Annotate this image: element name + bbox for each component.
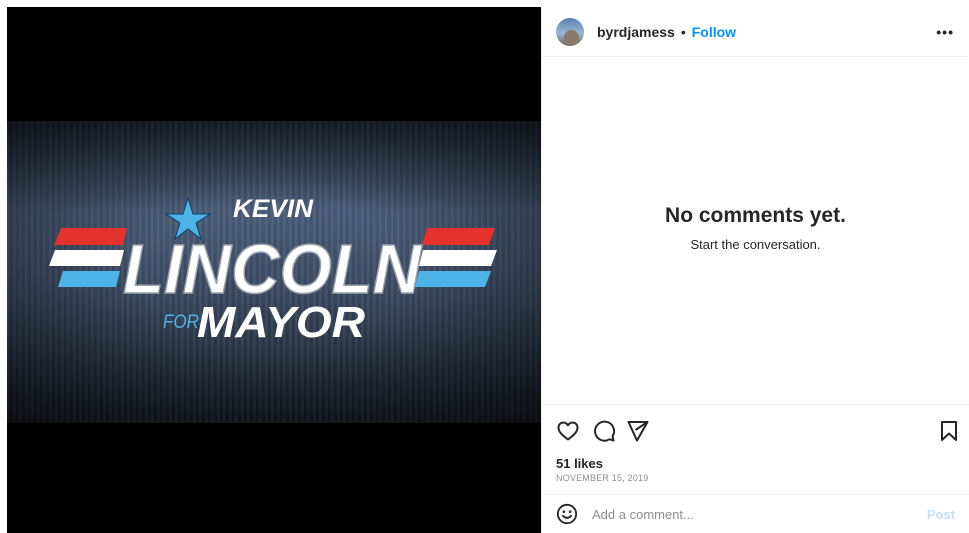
empty-comments-subtitle: Start the conversation. [690, 237, 821, 252]
username[interactable]: byrdjamess [597, 24, 675, 40]
empty-comments-title: No comments yet. [665, 204, 846, 227]
comment-input[interactable] [592, 506, 927, 522]
left-red-stripe [54, 228, 127, 245]
post-media[interactable]: KEVIN LINCOLN FOR MAYOR [7, 7, 541, 533]
comment-icon[interactable] [592, 419, 616, 443]
left-white-stripe [49, 250, 124, 266]
action-icons-row [556, 419, 961, 443]
comments-area: No comments yet. Start the conversation. [542, 58, 969, 404]
logo-mayor: MAYOR [197, 298, 365, 347]
post-sidebar: byrdjamess • Follow ••• No comments yet.… [541, 7, 969, 533]
emoji-icon[interactable] [556, 503, 578, 525]
right-blue-stripe [415, 271, 491, 287]
left-blue-stripe [58, 271, 120, 287]
post-container: KEVIN LINCOLN FOR MAYOR byrdjamess • Fol… [7, 7, 969, 533]
post-comment-button[interactable]: Post [927, 507, 955, 522]
likes-count[interactable]: 51 likes [556, 456, 603, 471]
right-red-stripe [422, 228, 495, 245]
follow-button[interactable]: Follow [692, 24, 736, 40]
share-icon[interactable] [626, 419, 650, 443]
campaign-logo: KEVIN LINCOLN FOR MAYOR [49, 195, 497, 347]
right-white-stripe [419, 250, 497, 266]
logo-lincoln: LINCOLN [123, 230, 422, 308]
logo-kevin: KEVIN [233, 195, 314, 223]
campaign-banner-image: KEVIN LINCOLN FOR MAYOR [7, 121, 541, 423]
avatar[interactable] [556, 17, 584, 46]
post-header: byrdjamess • Follow ••• [542, 7, 968, 57]
heart-icon[interactable] [556, 419, 580, 443]
logo-for: FOR [163, 312, 199, 333]
post-actions: 51 likes NOVEMBER 15, 2019 [542, 404, 969, 494]
post-date[interactable]: NOVEMBER 15, 2019 [556, 473, 648, 483]
separator-dot: • [680, 23, 686, 40]
more-options-icon[interactable]: ••• [936, 24, 954, 40]
add-comment-bar: Post [542, 494, 969, 533]
bookmark-icon[interactable] [937, 419, 961, 443]
